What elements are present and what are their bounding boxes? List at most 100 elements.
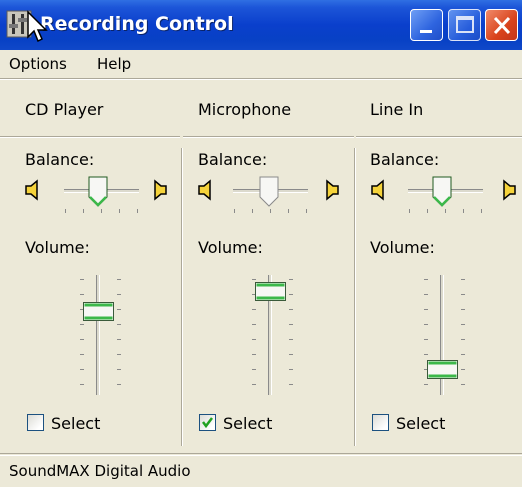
balance-tick xyxy=(288,209,289,213)
balance-tick xyxy=(270,209,271,213)
balance-tick xyxy=(137,209,138,213)
window-title: Recording Control xyxy=(40,13,234,35)
balance-slider-thumb[interactable] xyxy=(88,176,108,207)
right-speaker-icon xyxy=(503,179,516,201)
volume-tick xyxy=(461,354,465,355)
maximize-icon xyxy=(456,16,474,33)
checkmark-icon xyxy=(202,417,213,429)
volume-tick xyxy=(80,384,84,385)
close-button[interactable] xyxy=(485,9,518,41)
maximize-button[interactable] xyxy=(448,9,481,41)
balance-tick xyxy=(83,209,84,213)
balance-tick xyxy=(65,209,66,213)
volume-tick xyxy=(289,309,293,310)
channel-header-divider-highlight xyxy=(183,137,354,138)
balance-tick xyxy=(306,209,307,213)
title-bar[interactable]: Recording Control xyxy=(0,0,522,50)
menu-bar: Options Help xyxy=(0,50,522,78)
select-label[interactable]: Select xyxy=(223,414,272,433)
channel-name: CD Player xyxy=(25,100,104,119)
volume-tick xyxy=(289,369,293,370)
channel-microphone: Microphone Balance: Volume: Select xyxy=(183,80,354,446)
balance-tick xyxy=(463,209,464,213)
volume-tick xyxy=(289,339,293,340)
channel-name: Microphone xyxy=(198,100,292,119)
volume-tick xyxy=(117,294,121,295)
volume-tick xyxy=(424,309,428,310)
balance-slider-thumb[interactable] xyxy=(259,176,279,207)
volume-tick xyxy=(117,384,121,385)
volume-tick xyxy=(424,279,428,280)
status-bar-highlight xyxy=(0,455,522,456)
volume-label: Volume: xyxy=(25,238,90,257)
volume-tick xyxy=(252,309,256,310)
volume-tick xyxy=(461,339,465,340)
volume-slider-thumb[interactable] xyxy=(255,282,286,302)
volume-tick xyxy=(252,324,256,325)
balance-tick xyxy=(427,209,428,213)
volume-tick xyxy=(461,324,465,325)
volume-tick xyxy=(252,339,256,340)
minimize-icon xyxy=(420,30,432,33)
volume-tick xyxy=(461,279,465,280)
volume-tick xyxy=(117,354,121,355)
channel-header-divider-highlight xyxy=(0,137,180,138)
channel-cd-player: CD Player Balance: Volume: Select xyxy=(0,80,180,446)
volume-tick xyxy=(424,294,428,295)
select-checkbox-line-in[interactable] xyxy=(372,414,389,431)
status-bar: SoundMAX Digital Audio xyxy=(0,453,522,487)
volume-tick xyxy=(289,324,293,325)
volume-tick xyxy=(80,279,84,280)
select-checkbox-microphone[interactable] xyxy=(199,414,216,431)
volume-tick xyxy=(252,384,256,385)
volume-tick xyxy=(461,309,465,310)
left-speaker-icon xyxy=(25,179,38,201)
menu-options[interactable]: Options xyxy=(9,55,67,73)
select-checkbox-cd-player[interactable] xyxy=(27,414,44,431)
volume-tick xyxy=(461,369,465,370)
channel-header-divider-highlight xyxy=(356,137,522,138)
select-label[interactable]: Select xyxy=(396,414,445,433)
mouse-cursor-icon xyxy=(27,10,48,43)
balance-tick xyxy=(101,209,102,213)
right-speaker-icon xyxy=(154,179,167,201)
volume-label: Volume: xyxy=(198,238,263,257)
right-speaker-icon xyxy=(326,179,339,201)
balance-label: Balance: xyxy=(370,150,440,169)
close-icon xyxy=(493,16,511,35)
minimize-button[interactable] xyxy=(410,9,443,41)
balance-label: Balance: xyxy=(25,150,95,169)
channel-line-in: Line In Balance: Volume: Select xyxy=(356,80,522,446)
volume-slider-thumb[interactable] xyxy=(83,302,114,322)
left-speaker-icon xyxy=(371,179,384,201)
volume-tick xyxy=(289,384,293,385)
volume-tick xyxy=(80,369,84,370)
balance-label: Balance: xyxy=(198,150,268,169)
volume-label: Volume: xyxy=(370,238,435,257)
select-label[interactable]: Select xyxy=(51,414,100,433)
volume-tick xyxy=(80,339,84,340)
volume-tick xyxy=(252,279,256,280)
volume-tick xyxy=(80,294,84,295)
volume-slider-thumb[interactable] xyxy=(427,359,458,379)
balance-tick xyxy=(481,209,482,213)
volume-tick xyxy=(461,384,465,385)
volume-tick xyxy=(117,369,121,370)
balance-tick xyxy=(119,209,120,213)
volume-tick xyxy=(424,354,428,355)
balance-slider-thumb[interactable] xyxy=(432,176,452,207)
volume-tick xyxy=(117,324,121,325)
volume-tick xyxy=(117,339,121,340)
volume-tick xyxy=(252,354,256,355)
balance-tick xyxy=(252,209,253,213)
volume-tick xyxy=(117,309,121,310)
volume-tick xyxy=(424,324,428,325)
volume-tick xyxy=(252,369,256,370)
volume-tick xyxy=(117,279,121,280)
volume-tick xyxy=(289,294,293,295)
left-speaker-icon xyxy=(198,179,211,201)
volume-tick xyxy=(80,354,84,355)
menu-help[interactable]: Help xyxy=(97,55,131,73)
volume-track xyxy=(96,275,100,395)
volume-tick xyxy=(289,354,293,355)
